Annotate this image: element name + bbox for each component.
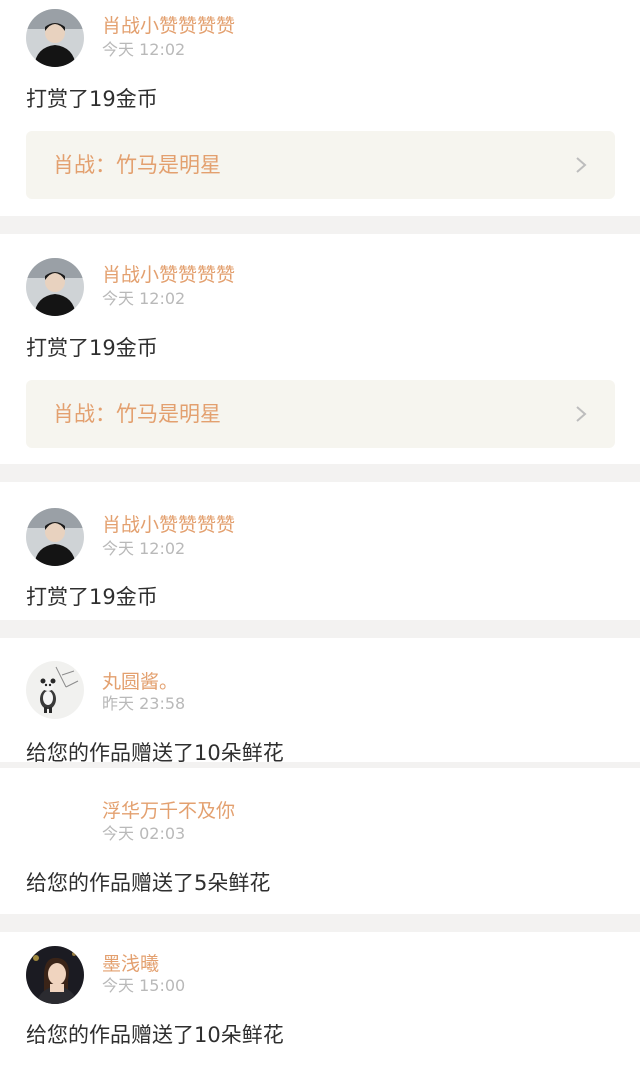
separator: [0, 216, 640, 234]
avatar[interactable]: [26, 508, 84, 566]
separator: [0, 620, 640, 638]
username[interactable]: 肖战小赞赞赞赞: [102, 263, 235, 287]
reward-message: 打赏了19金币: [26, 87, 158, 111]
gift-message: 给您的作品赠送了10朵鲜花: [26, 741, 284, 762]
feed-item: 肖战小赞赞赞赞 今天 12:02 打赏了19金币 肖战：竹马是明星: [0, 234, 640, 464]
chevron-right-icon: [575, 156, 587, 174]
gift-message: 给您的作品赠送了5朵鲜花: [26, 871, 271, 895]
timestamp: 今天 12:02: [102, 289, 186, 308]
reward-message: 打赏了19金币: [26, 585, 158, 609]
avatar[interactable]: [26, 790, 84, 848]
separator: [0, 464, 640, 482]
timestamp: 今天 12:02: [102, 40, 186, 59]
user-photo-avatar-icon: [26, 258, 84, 316]
work-link[interactable]: 肖战：竹马是明星: [26, 380, 615, 448]
avatar[interactable]: [26, 258, 84, 316]
feed-item: 肖战小赞赞赞赞 今天 12:02 打赏了19金币 肖战：竹马是明星: [0, 0, 640, 216]
work-link[interactable]: 肖战：竹马是明星: [26, 131, 615, 199]
panda-avatar-icon: [26, 661, 84, 719]
blank-avatar-icon: [26, 790, 84, 848]
work-title: 肖战：竹马是明星: [53, 402, 221, 426]
avatar[interactable]: [26, 9, 84, 67]
work-title: 肖战：竹马是明星: [53, 153, 221, 177]
timestamp: 今天 12:02: [102, 539, 186, 558]
user-photo-avatar-icon: [26, 946, 84, 1004]
username[interactable]: 肖战小赞赞赞赞: [102, 14, 235, 38]
timestamp: 昨天 23:58: [102, 694, 186, 713]
avatar[interactable]: [26, 946, 84, 1004]
user-photo-avatar-icon: [26, 9, 84, 67]
feed-item: 丸圆酱。 昨天 23:58 给您的作品赠送了10朵鲜花: [0, 638, 640, 762]
reward-message: 打赏了19金币: [26, 336, 158, 360]
feed-item: 浮华万千不及你 今天 02:03 给您的作品赠送了5朵鲜花: [0, 768, 640, 914]
timestamp: 今天 15:00: [102, 976, 186, 995]
avatar[interactable]: [26, 661, 84, 719]
separator: [0, 914, 640, 932]
username[interactable]: 墨浅曦: [102, 952, 159, 976]
gift-message: 给您的作品赠送了10朵鲜花: [26, 1023, 284, 1047]
timestamp: 今天 02:03: [102, 824, 186, 843]
feed-item: 墨浅曦 今天 15:00 给您的作品赠送了10朵鲜花: [0, 932, 640, 1067]
username[interactable]: 丸圆酱。: [102, 670, 178, 694]
feed-item: 肖战小赞赞赞赞 今天 12:02 打赏了19金币: [0, 482, 640, 620]
username[interactable]: 肖战小赞赞赞赞: [102, 513, 235, 537]
username[interactable]: 浮华万千不及你: [102, 799, 235, 823]
user-photo-avatar-icon: [26, 508, 84, 566]
chevron-right-icon: [575, 405, 587, 423]
